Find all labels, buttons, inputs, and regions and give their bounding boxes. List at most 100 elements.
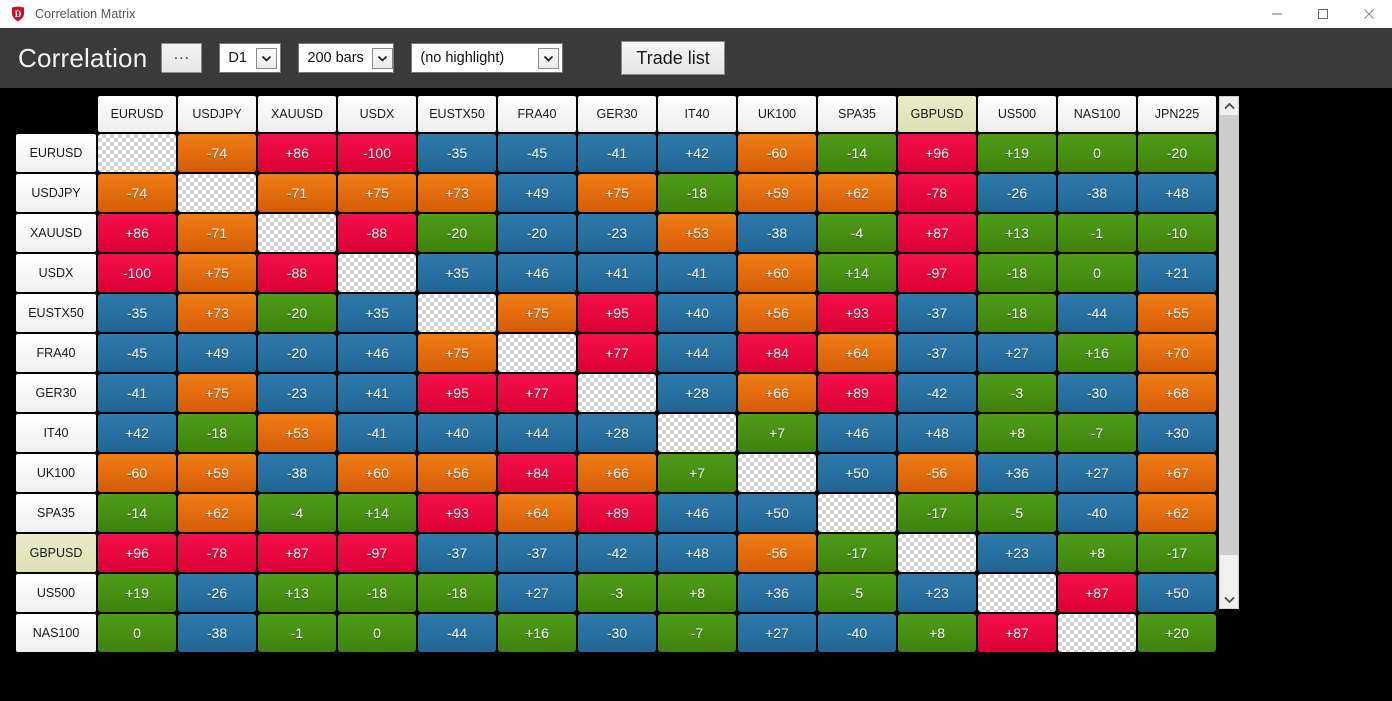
- matrix-row-header[interactable]: GER30: [16, 374, 96, 412]
- matrix-cell[interactable]: +87: [258, 534, 336, 572]
- matrix-cell[interactable]: +14: [338, 494, 416, 532]
- matrix-cell[interactable]: -38: [258, 454, 336, 492]
- matrix-cell[interactable]: +8: [1058, 534, 1136, 572]
- matrix-cell[interactable]: -4: [818, 214, 896, 252]
- matrix-cell[interactable]: +8: [658, 574, 736, 612]
- matrix-cell[interactable]: +86: [98, 214, 176, 252]
- matrix-cell[interactable]: +27: [1058, 454, 1136, 492]
- matrix-cell[interactable]: +95: [418, 374, 496, 412]
- matrix-cell[interactable]: +46: [338, 334, 416, 372]
- matrix-cell[interactable]: +44: [498, 414, 576, 452]
- matrix-cell[interactable]: +20: [1138, 614, 1216, 652]
- matrix-cell[interactable]: -26: [978, 174, 1056, 212]
- matrix-row-header[interactable]: XAUUSD: [16, 214, 96, 252]
- matrix-cell[interactable]: +35: [338, 294, 416, 332]
- matrix-cell[interactable]: -56: [898, 454, 976, 492]
- matrix-cell[interactable]: -41: [338, 414, 416, 452]
- chevron-down-icon[interactable]: [256, 47, 278, 69]
- matrix-cell[interactable]: +16: [498, 614, 576, 652]
- matrix-cell[interactable]: -37: [418, 534, 496, 572]
- matrix-cell[interactable]: +19: [978, 134, 1056, 172]
- matrix-cell[interactable]: +95: [578, 294, 656, 332]
- matrix-cell[interactable]: -38: [1058, 174, 1136, 212]
- matrix-cell[interactable]: -74: [178, 134, 256, 172]
- matrix-cell[interactable]: 0: [338, 614, 416, 652]
- matrix-cell[interactable]: +87: [978, 614, 1056, 652]
- matrix-cell[interactable]: +14: [818, 254, 896, 292]
- matrix-cell[interactable]: +46: [498, 254, 576, 292]
- matrix-cell[interactable]: -42: [578, 534, 656, 572]
- matrix-row-header[interactable]: EUSTX50: [16, 294, 96, 332]
- matrix-cell[interactable]: +48: [898, 414, 976, 452]
- matrix-cell[interactable]: -5: [818, 574, 896, 612]
- matrix-row-header[interactable]: UK100: [16, 454, 96, 492]
- matrix-column-header[interactable]: EUSTX50: [418, 96, 496, 132]
- matrix-cell[interactable]: -1: [1058, 214, 1136, 252]
- matrix-cell[interactable]: -20: [1138, 134, 1216, 172]
- matrix-row-header[interactable]: FRA40: [16, 334, 96, 372]
- matrix-cell[interactable]: -88: [338, 214, 416, 252]
- matrix-cell[interactable]: +49: [178, 334, 256, 372]
- matrix-column-header[interactable]: GBPUSD: [898, 96, 976, 132]
- matrix-cell[interactable]: +40: [418, 414, 496, 452]
- matrix-cell[interactable]: +53: [258, 414, 336, 452]
- matrix-cell[interactable]: +84: [738, 334, 816, 372]
- matrix-cell[interactable]: +93: [418, 494, 496, 532]
- matrix-cell[interactable]: -5: [978, 494, 1056, 532]
- matrix-cell[interactable]: -23: [578, 214, 656, 252]
- matrix-cell[interactable]: +77: [578, 334, 656, 372]
- matrix-cell[interactable]: +28: [578, 414, 656, 452]
- matrix-cell[interactable]: +41: [578, 254, 656, 292]
- matrix-column-header[interactable]: SPA35: [818, 96, 896, 132]
- matrix-cell[interactable]: +8: [898, 614, 976, 652]
- trade-list-button[interactable]: Trade list: [621, 41, 725, 75]
- matrix-cell[interactable]: -18: [178, 414, 256, 452]
- matrix-cell[interactable]: +46: [658, 494, 736, 532]
- matrix-row-header[interactable]: USDJPY: [16, 174, 96, 212]
- matrix-cell[interactable]: +84: [498, 454, 576, 492]
- matrix-cell[interactable]: +64: [498, 494, 576, 532]
- matrix-cell[interactable]: +48: [1138, 174, 1216, 212]
- matrix-cell[interactable]: 0: [98, 614, 176, 652]
- matrix-cell[interactable]: +50: [818, 454, 896, 492]
- matrix-cell[interactable]: +36: [738, 574, 816, 612]
- matrix-cell[interactable]: -97: [338, 534, 416, 572]
- matrix-cell[interactable]: +62: [178, 494, 256, 532]
- matrix-cell[interactable]: -20: [258, 334, 336, 372]
- chevron-down-icon[interactable]: [538, 47, 560, 69]
- matrix-cell[interactable]: +13: [978, 214, 1056, 252]
- matrix-cell[interactable]: -88: [258, 254, 336, 292]
- period-select[interactable]: D1: [219, 43, 282, 73]
- matrix-cell[interactable]: +7: [658, 454, 736, 492]
- matrix-cell[interactable]: -45: [98, 334, 176, 372]
- matrix-cell[interactable]: -30: [1058, 374, 1136, 412]
- matrix-cell[interactable]: +50: [1138, 574, 1216, 612]
- matrix-cell[interactable]: +89: [578, 494, 656, 532]
- matrix-cell[interactable]: -17: [1138, 534, 1216, 572]
- matrix-cell[interactable]: -100: [98, 254, 176, 292]
- vertical-scrollbar[interactable]: [1219, 96, 1239, 609]
- matrix-column-header[interactable]: NAS100: [1058, 96, 1136, 132]
- matrix-cell[interactable]: +50: [738, 494, 816, 532]
- matrix-cell[interactable]: +64: [818, 334, 896, 372]
- matrix-cell[interactable]: -74: [98, 174, 176, 212]
- matrix-cell[interactable]: -71: [178, 214, 256, 252]
- matrix-cell[interactable]: -20: [418, 214, 496, 252]
- matrix-cell[interactable]: -60: [98, 454, 176, 492]
- matrix-cell[interactable]: -100: [338, 134, 416, 172]
- matrix-cell[interactable]: -41: [658, 254, 736, 292]
- matrix-cell[interactable]: -17: [818, 534, 896, 572]
- matrix-cell[interactable]: -20: [498, 214, 576, 252]
- matrix-cell[interactable]: -38: [178, 614, 256, 652]
- matrix-cell[interactable]: +62: [818, 174, 896, 212]
- matrix-row-header[interactable]: US500: [16, 574, 96, 612]
- scrollbar-thumb[interactable]: [1220, 115, 1238, 555]
- chevron-down-icon[interactable]: [371, 47, 393, 69]
- matrix-cell[interactable]: +87: [898, 214, 976, 252]
- matrix-cell[interactable]: +62: [1138, 494, 1216, 532]
- matrix-cell[interactable]: -60: [738, 134, 816, 172]
- matrix-cell[interactable]: +30: [1138, 414, 1216, 452]
- matrix-cell[interactable]: +59: [178, 454, 256, 492]
- matrix-cell[interactable]: +42: [98, 414, 176, 452]
- matrix-row-header[interactable]: EURUSD: [16, 134, 96, 172]
